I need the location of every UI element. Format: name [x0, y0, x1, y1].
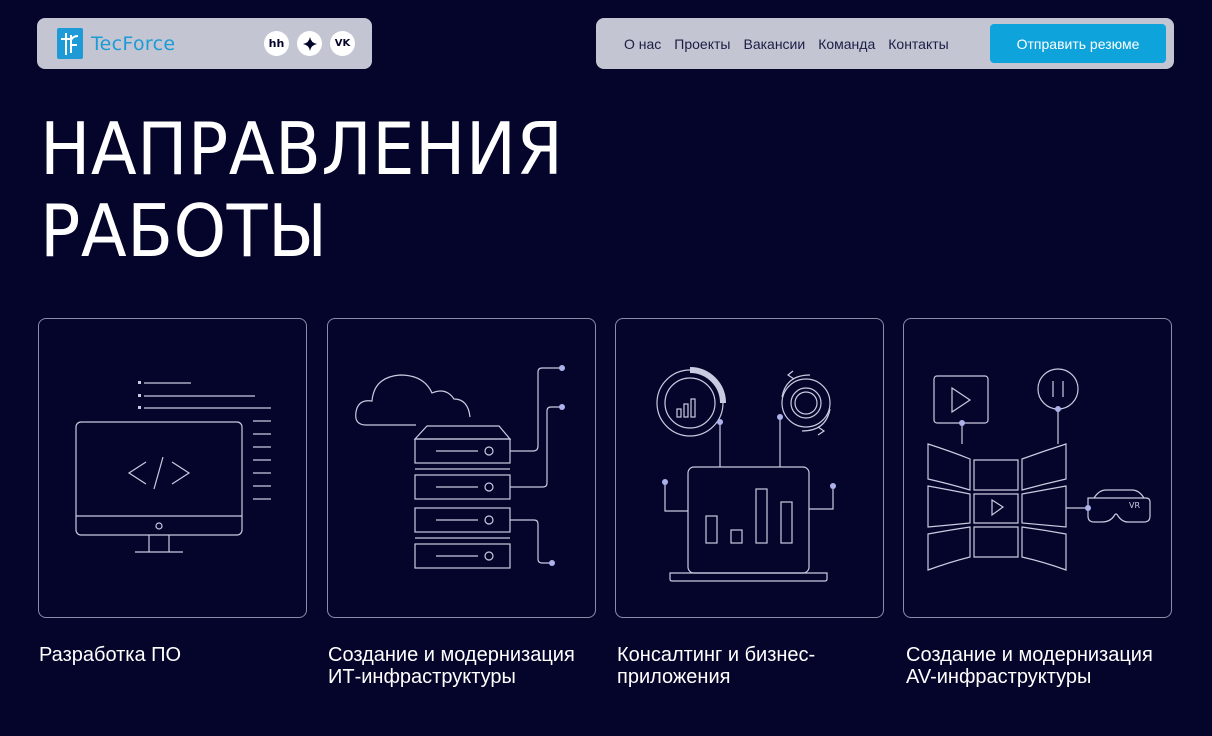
- direction-label-av-infrastructure: Создание и модернизация AV-инфраструктур…: [906, 644, 1186, 688]
- nav-link-vacancies[interactable]: Вакансии: [743, 36, 805, 52]
- send-resume-button[interactable]: Отправить резюме: [990, 24, 1166, 63]
- sparkle-icon[interactable]: [297, 31, 322, 56]
- direction-card-it-infrastructure[interactable]: [327, 318, 596, 618]
- page-title-line-2: РАБОТЫ: [40, 189, 328, 273]
- nav-links: О нас Проекты Вакансии Команда Контакты: [624, 36, 962, 52]
- hh-icon[interactable]: hh: [264, 31, 289, 56]
- logo[interactable]: TecForce: [57, 28, 175, 59]
- logo-mark-icon: [57, 28, 83, 59]
- direction-label-line: приложения: [617, 666, 731, 688]
- direction-label-line: Создание и модернизация: [328, 644, 575, 666]
- vr-icon: VR: [1129, 501, 1140, 510]
- page-title-line-1: НАПРАВЛЕНИЯ: [40, 107, 564, 191]
- social-links: hh vk: [264, 31, 355, 56]
- nav-bar: О нас Проекты Вакансии Команда Контакты …: [596, 18, 1174, 69]
- video-wall-vr-icon: VR: [927, 368, 1151, 571]
- page-title: НАПРАВЛЕНИЯ РАБОТЫ: [40, 108, 563, 272]
- nav-link-about[interactable]: О нас: [624, 36, 661, 52]
- direction-card-consulting[interactable]: [615, 318, 884, 618]
- direction-label-line: ИТ-инфраструктуры: [328, 666, 516, 688]
- direction-label-line: Создание и модернизация: [906, 644, 1153, 666]
- direction-label-software: Разработка ПО: [39, 644, 319, 666]
- brand-bar: TecForce hh vk: [37, 18, 372, 69]
- monitor-code-icon: [75, 381, 271, 553]
- vk-icon[interactable]: vk: [330, 31, 355, 56]
- logo-text: TecForce: [91, 32, 176, 55]
- laptop-analytics-icon: [656, 367, 836, 582]
- direction-card-av-infrastructure[interactable]: VR: [903, 318, 1172, 618]
- direction-label-line: Консалтинг и бизнес-: [617, 644, 816, 666]
- direction-label-line: AV-инфраструктуры: [906, 666, 1092, 688]
- cloud-server-icon: [355, 365, 565, 569]
- direction-card-software[interactable]: [38, 318, 307, 618]
- nav-link-team[interactable]: Команда: [818, 36, 875, 52]
- nav-link-contacts[interactable]: Контакты: [888, 36, 948, 52]
- page: TecForce hh vk О нас Проекты Вакансии Ко…: [0, 0, 1212, 736]
- nav-link-projects[interactable]: Проекты: [674, 36, 730, 52]
- direction-label-line: Разработка ПО: [39, 644, 182, 666]
- direction-label-it-infrastructure: Создание и модернизация ИТ-инфраструктур…: [328, 644, 608, 688]
- direction-label-consulting: Консалтинг и бизнес- приложения: [617, 644, 897, 688]
